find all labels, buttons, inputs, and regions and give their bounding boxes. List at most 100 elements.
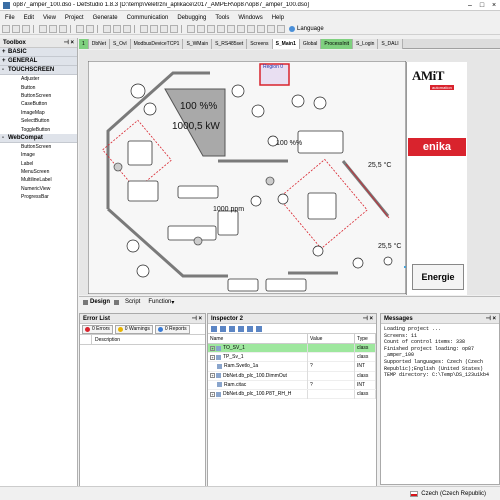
paste-icon[interactable] <box>59 25 67 33</box>
tab-processinit[interactable]: ProcessInit <box>321 39 354 49</box>
edit-icon[interactable] <box>238 325 244 332</box>
align-top-icon[interactable] <box>217 25 225 33</box>
align-left-icon[interactable] <box>187 25 195 33</box>
snap-icon[interactable] <box>247 25 255 33</box>
tab-s-ovl[interactable]: S_Ovl <box>109 39 131 49</box>
menu-project[interactable]: Project <box>65 15 84 21</box>
menu-windows[interactable]: Windows <box>238 15 262 21</box>
script-tab[interactable]: Script <box>114 299 140 305</box>
pin-icon[interactable]: ⊣ × <box>486 315 496 322</box>
tab-s-main1[interactable]: S_Main1 <box>272 39 300 49</box>
zoom-icon[interactable] <box>170 25 178 33</box>
menu-file[interactable]: File <box>5 15 15 21</box>
pin-icon[interactable]: ⊣ × <box>192 315 202 322</box>
menu-edit[interactable]: Edit <box>24 15 34 21</box>
expand-icon[interactable]: + <box>210 373 215 379</box>
errors-filter-button[interactable]: 0 Errors <box>82 324 113 334</box>
maximize-icon[interactable]: □ <box>476 2 488 9</box>
collapse-all-icon[interactable] <box>220 325 226 332</box>
redo-icon[interactable] <box>86 25 94 33</box>
tool-item-multilinelabel[interactable]: MultilineLabel <box>0 176 77 184</box>
tab-s-rs485set[interactable]: S_RS485set <box>212 39 248 49</box>
status-language[interactable]: Czech (Czech Republic) <box>421 491 486 497</box>
new-icon[interactable] <box>2 25 10 33</box>
tool-item-button[interactable]: Button <box>0 83 77 91</box>
expand-icon[interactable]: + <box>210 345 215 351</box>
category-touchscreen[interactable]: - TOUCHSCREEN <box>0 66 77 75</box>
tab-global[interactable]: Global <box>299 39 322 49</box>
align-right-icon[interactable] <box>207 25 215 33</box>
tab-screens[interactable]: Screens <box>247 39 273 49</box>
menu-view[interactable]: View <box>43 15 56 21</box>
menu-generate[interactable]: Generate <box>93 15 118 21</box>
floor-plan-screen[interactable]: Region 0 100 %% 1000,5 kW 100 %% 1000 pp… <box>88 61 406 294</box>
tab-s-dali[interactable]: S_DALI <box>378 39 403 49</box>
pin-icon[interactable]: ⊣ × <box>363 315 373 322</box>
column-type[interactable]: Type <box>355 333 376 344</box>
energie-button[interactable]: Energie <box>412 264 464 290</box>
build-icon[interactable] <box>103 25 111 33</box>
reports-filter-button[interactable]: 0 Reports <box>154 324 190 334</box>
connect-icon[interactable] <box>140 25 148 33</box>
close-icon[interactable]: × <box>488 2 500 9</box>
tool-item-imagemap[interactable]: ImageMap <box>0 109 77 117</box>
column-value[interactable]: Value <box>308 333 355 344</box>
category-general[interactable]: + GENERAL <box>0 57 77 66</box>
debug-icon[interactable] <box>160 25 168 33</box>
expand-all-icon[interactable] <box>211 325 217 332</box>
menu-tools[interactable]: Tools <box>215 15 229 21</box>
group-icon[interactable] <box>267 25 275 33</box>
tab-s-wmain[interactable]: S_WMain <box>183 39 213 49</box>
tool-item-casebutton[interactable]: CaseButton <box>0 100 77 108</box>
align-center-icon[interactable] <box>197 25 205 33</box>
percent-big-value: 100 %% <box>180 101 217 112</box>
tool-item-progressbar[interactable]: ProgressBar <box>0 193 77 201</box>
design-tab[interactable]: Design <box>83 299 110 305</box>
tool-item-togglebutton[interactable]: ToggleButton <box>0 125 77 133</box>
function-tab[interactable]: Function ▾ <box>144 299 174 306</box>
tool-item-selectbutton[interactable]: SelectButton <box>0 117 77 125</box>
stop-icon[interactable] <box>123 25 131 33</box>
open-icon[interactable] <box>12 25 20 33</box>
undo-icon[interactable] <box>76 25 84 33</box>
language-button[interactable]: Language <box>289 26 324 32</box>
align-bottom-icon[interactable] <box>227 25 235 33</box>
order-icon[interactable] <box>257 25 265 33</box>
settings-icon[interactable] <box>150 25 158 33</box>
column-name[interactable]: Name <box>208 333 308 344</box>
tool-item-buttonscreen[interactable]: ButtonScreen <box>0 143 77 151</box>
tab-dbnet[interactable]: DbNet <box>88 39 110 49</box>
lock-icon[interactable] <box>277 25 285 33</box>
copy-icon[interactable] <box>49 25 57 33</box>
save-icon[interactable] <box>22 25 30 33</box>
menu-debugging[interactable]: Debugging <box>177 15 206 21</box>
menu-communication[interactable]: Communication <box>127 15 169 21</box>
tool-item-buttonscreen[interactable]: ButtonScreen <box>0 92 77 100</box>
tab-s-login[interactable]: S_Login <box>353 39 379 49</box>
grid-icon[interactable] <box>237 25 245 33</box>
refresh-icon[interactable] <box>256 325 262 332</box>
row-value <box>308 352 355 362</box>
tool-item-label[interactable]: Label <box>0 160 77 168</box>
run-icon[interactable] <box>113 25 121 33</box>
category-webcompat[interactable]: - WebCompat <box>0 133 77 143</box>
cut-icon[interactable] <box>39 25 47 33</box>
category-basic[interactable]: + BASIC <box>0 48 77 57</box>
expand-icon[interactable]: + <box>210 391 215 397</box>
tool-item-adjuster[interactable]: Adjuster <box>0 75 77 83</box>
minimize-icon[interactable]: – <box>464 2 476 9</box>
tool-item-numericview[interactable]: NumericView <box>0 185 77 193</box>
pin-icon[interactable]: ⊣ × <box>64 39 74 46</box>
expand-icon[interactable]: + <box>210 354 215 360</box>
design-canvas[interactable]: Region 0 100 %% 1000,5 kW 100 %% 1000 pp… <box>79 50 500 295</box>
tab-1[interactable]: 1 <box>79 39 89 49</box>
tab-modbusdevicetcp1[interactable]: ModbusDeviceTCP1 <box>130 39 184 49</box>
tool-item-image[interactable]: Image <box>0 151 77 159</box>
warnings-filter-button[interactable]: 0 Warnings <box>114 324 153 334</box>
delete-icon[interactable] <box>247 325 253 332</box>
add-icon[interactable] <box>229 325 235 332</box>
inspector-row[interactable]: + DbNet.db_plc_100.P8T_RH_H class <box>208 389 376 400</box>
column-description[interactable]: Description <box>92 337 120 343</box>
menu-help[interactable]: Help <box>272 15 284 21</box>
tool-item-menuscreen[interactable]: MenuScreen <box>0 168 77 176</box>
